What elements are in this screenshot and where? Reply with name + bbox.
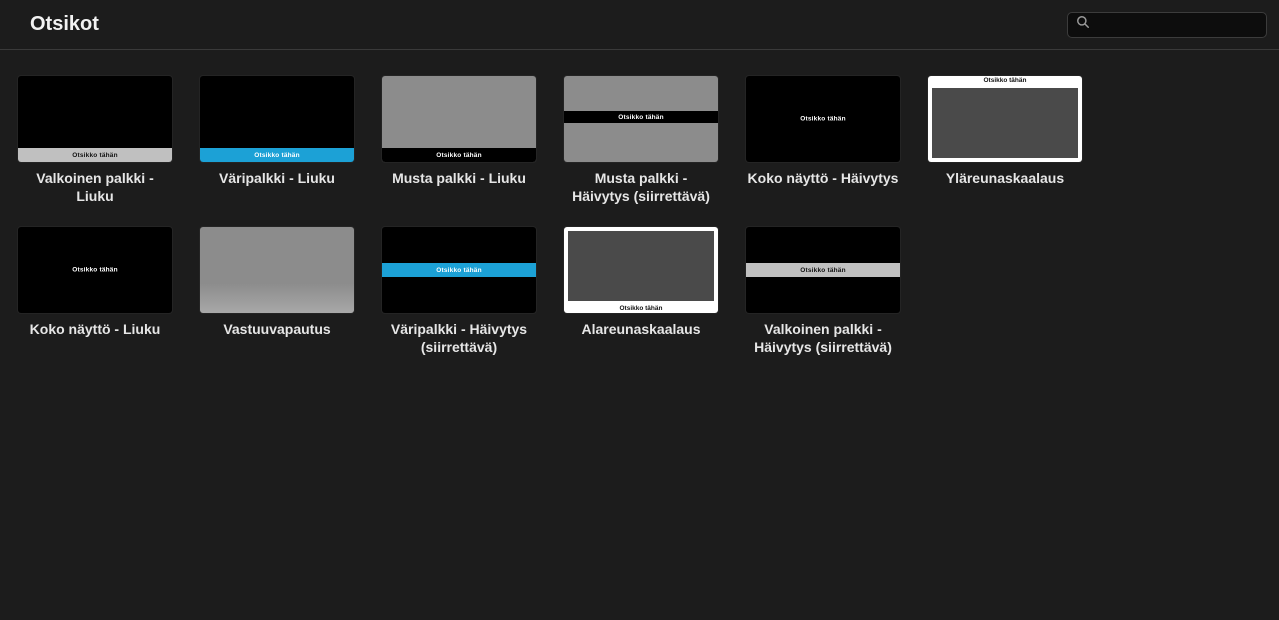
thumbnail-strip: Otsikko tähän <box>382 263 536 277</box>
thumbnail-text: Otsikko tähän <box>928 77 1082 84</box>
tile-label: Koko näyttö - Liuku <box>30 321 161 355</box>
tile-varipalkki-haivytys[interactable]: Otsikko tähän Väripalkki - Häivytys (sii… <box>382 227 536 356</box>
thumbnail-inner <box>932 88 1078 158</box>
tile-thumbnail: Otsikko tähän <box>564 227 718 313</box>
tile-thumbnail: Otsikko tähän <box>18 76 172 162</box>
tile-koko-naytto-haivytys[interactable]: Otsikko tähän Koko näyttö - Häivytys <box>746 76 900 205</box>
thumbnail-text: Otsikko tähän <box>72 152 118 159</box>
tile-thumbnail: Otsikko tähän <box>746 76 900 162</box>
tile-thumbnail: Otsikko tähän <box>382 76 536 162</box>
tile-thumbnail <box>200 227 354 313</box>
tile-thumbnail: Otsikko tähän <box>200 76 354 162</box>
tile-musta-palkki-haivytys[interactable]: Otsikko tähän Musta palkki - Häivytys (s… <box>564 76 718 205</box>
tile-label: Valkoinen palkki - Liuku <box>18 170 172 205</box>
tile-label: Valkoinen palkki - Häivytys (siirrettävä… <box>746 321 900 356</box>
tile-ylareunaskaalaus[interactable]: Otsikko tähän Yläreunaskaalaus <box>928 76 1082 205</box>
tile-vastuuvapautus[interactable]: Vastuuvapautus <box>200 227 354 356</box>
search-input[interactable] <box>1096 18 1258 32</box>
thumbnail-strip: Otsikko tähän <box>746 263 900 277</box>
tile-valkoinen-palkki-liuku[interactable]: Otsikko tähän Valkoinen palkki - Liuku <box>18 76 172 205</box>
tile-thumbnail: Otsikko tähän <box>18 227 172 313</box>
thumbnail-text: Otsikko tähän <box>564 305 718 312</box>
thumbnail-text: Otsikko tähän <box>746 114 900 125</box>
header: Otsikot <box>0 0 1279 50</box>
page-title: Otsikot <box>30 13 99 36</box>
tile-musta-palkki-liuku[interactable]: Otsikko tähän Musta palkki - Liuku <box>382 76 536 205</box>
thumbnail-text: Otsikko tähän <box>618 114 664 121</box>
tile-label: Väripalkki - Häivytys (siirrettävä) <box>382 321 536 356</box>
tile-label: Yläreunaskaalaus <box>946 170 1064 204</box>
thumbnail-strip: Otsikko tähän <box>564 111 718 123</box>
thumbnail-inner <box>568 231 714 301</box>
thumbnail-text: Otsikko tähän <box>254 152 300 159</box>
tile-thumbnail: Otsikko tähän <box>564 76 718 162</box>
tile-label: Vastuuvapautus <box>223 321 330 355</box>
tile-thumbnail: Otsikko tähän <box>382 227 536 313</box>
search-field[interactable] <box>1067 12 1267 38</box>
tile-thumbnail: Otsikko tähän <box>746 227 900 313</box>
tile-label: Koko näyttö - Häivytys <box>748 170 899 204</box>
thumbnail-text: Otsikko tähän <box>18 265 172 276</box>
tile-thumbnail: Otsikko tähän <box>928 76 1082 162</box>
tile-varipalkki-liuku[interactable]: Otsikko tähän Väripalkki - Liuku <box>200 76 354 205</box>
tile-label: Väripalkki - Liuku <box>219 170 335 204</box>
thumbnail-text: Otsikko tähän <box>436 152 482 159</box>
thumbnail-text: Otsikko tähän <box>800 267 846 274</box>
tile-label: Musta palkki - Häivytys (siirrettävä) <box>564 170 718 205</box>
search-icon <box>1076 15 1090 34</box>
tile-label: Alareunaskaalaus <box>581 321 700 355</box>
thumbnail-strip: Otsikko tähän <box>200 148 354 162</box>
tile-alareunaskaalaus[interactable]: Otsikko tähän Alareunaskaalaus <box>564 227 718 356</box>
thumbnail-text: Otsikko tähän <box>436 267 482 274</box>
tile-valkoinen-palkki-haivytys[interactable]: Otsikko tähän Valkoinen palkki - Häivyty… <box>746 227 900 356</box>
title-grid: Otsikko tähän Valkoinen palkki - Liuku O… <box>0 50 1279 382</box>
thumbnail-strip: Otsikko tähän <box>382 148 536 162</box>
thumbnail-strip: Otsikko tähän <box>18 148 172 162</box>
tile-label: Musta palkki - Liuku <box>392 170 526 204</box>
tile-koko-naytto-liuku[interactable]: Otsikko tähän Koko näyttö - Liuku <box>18 227 172 356</box>
